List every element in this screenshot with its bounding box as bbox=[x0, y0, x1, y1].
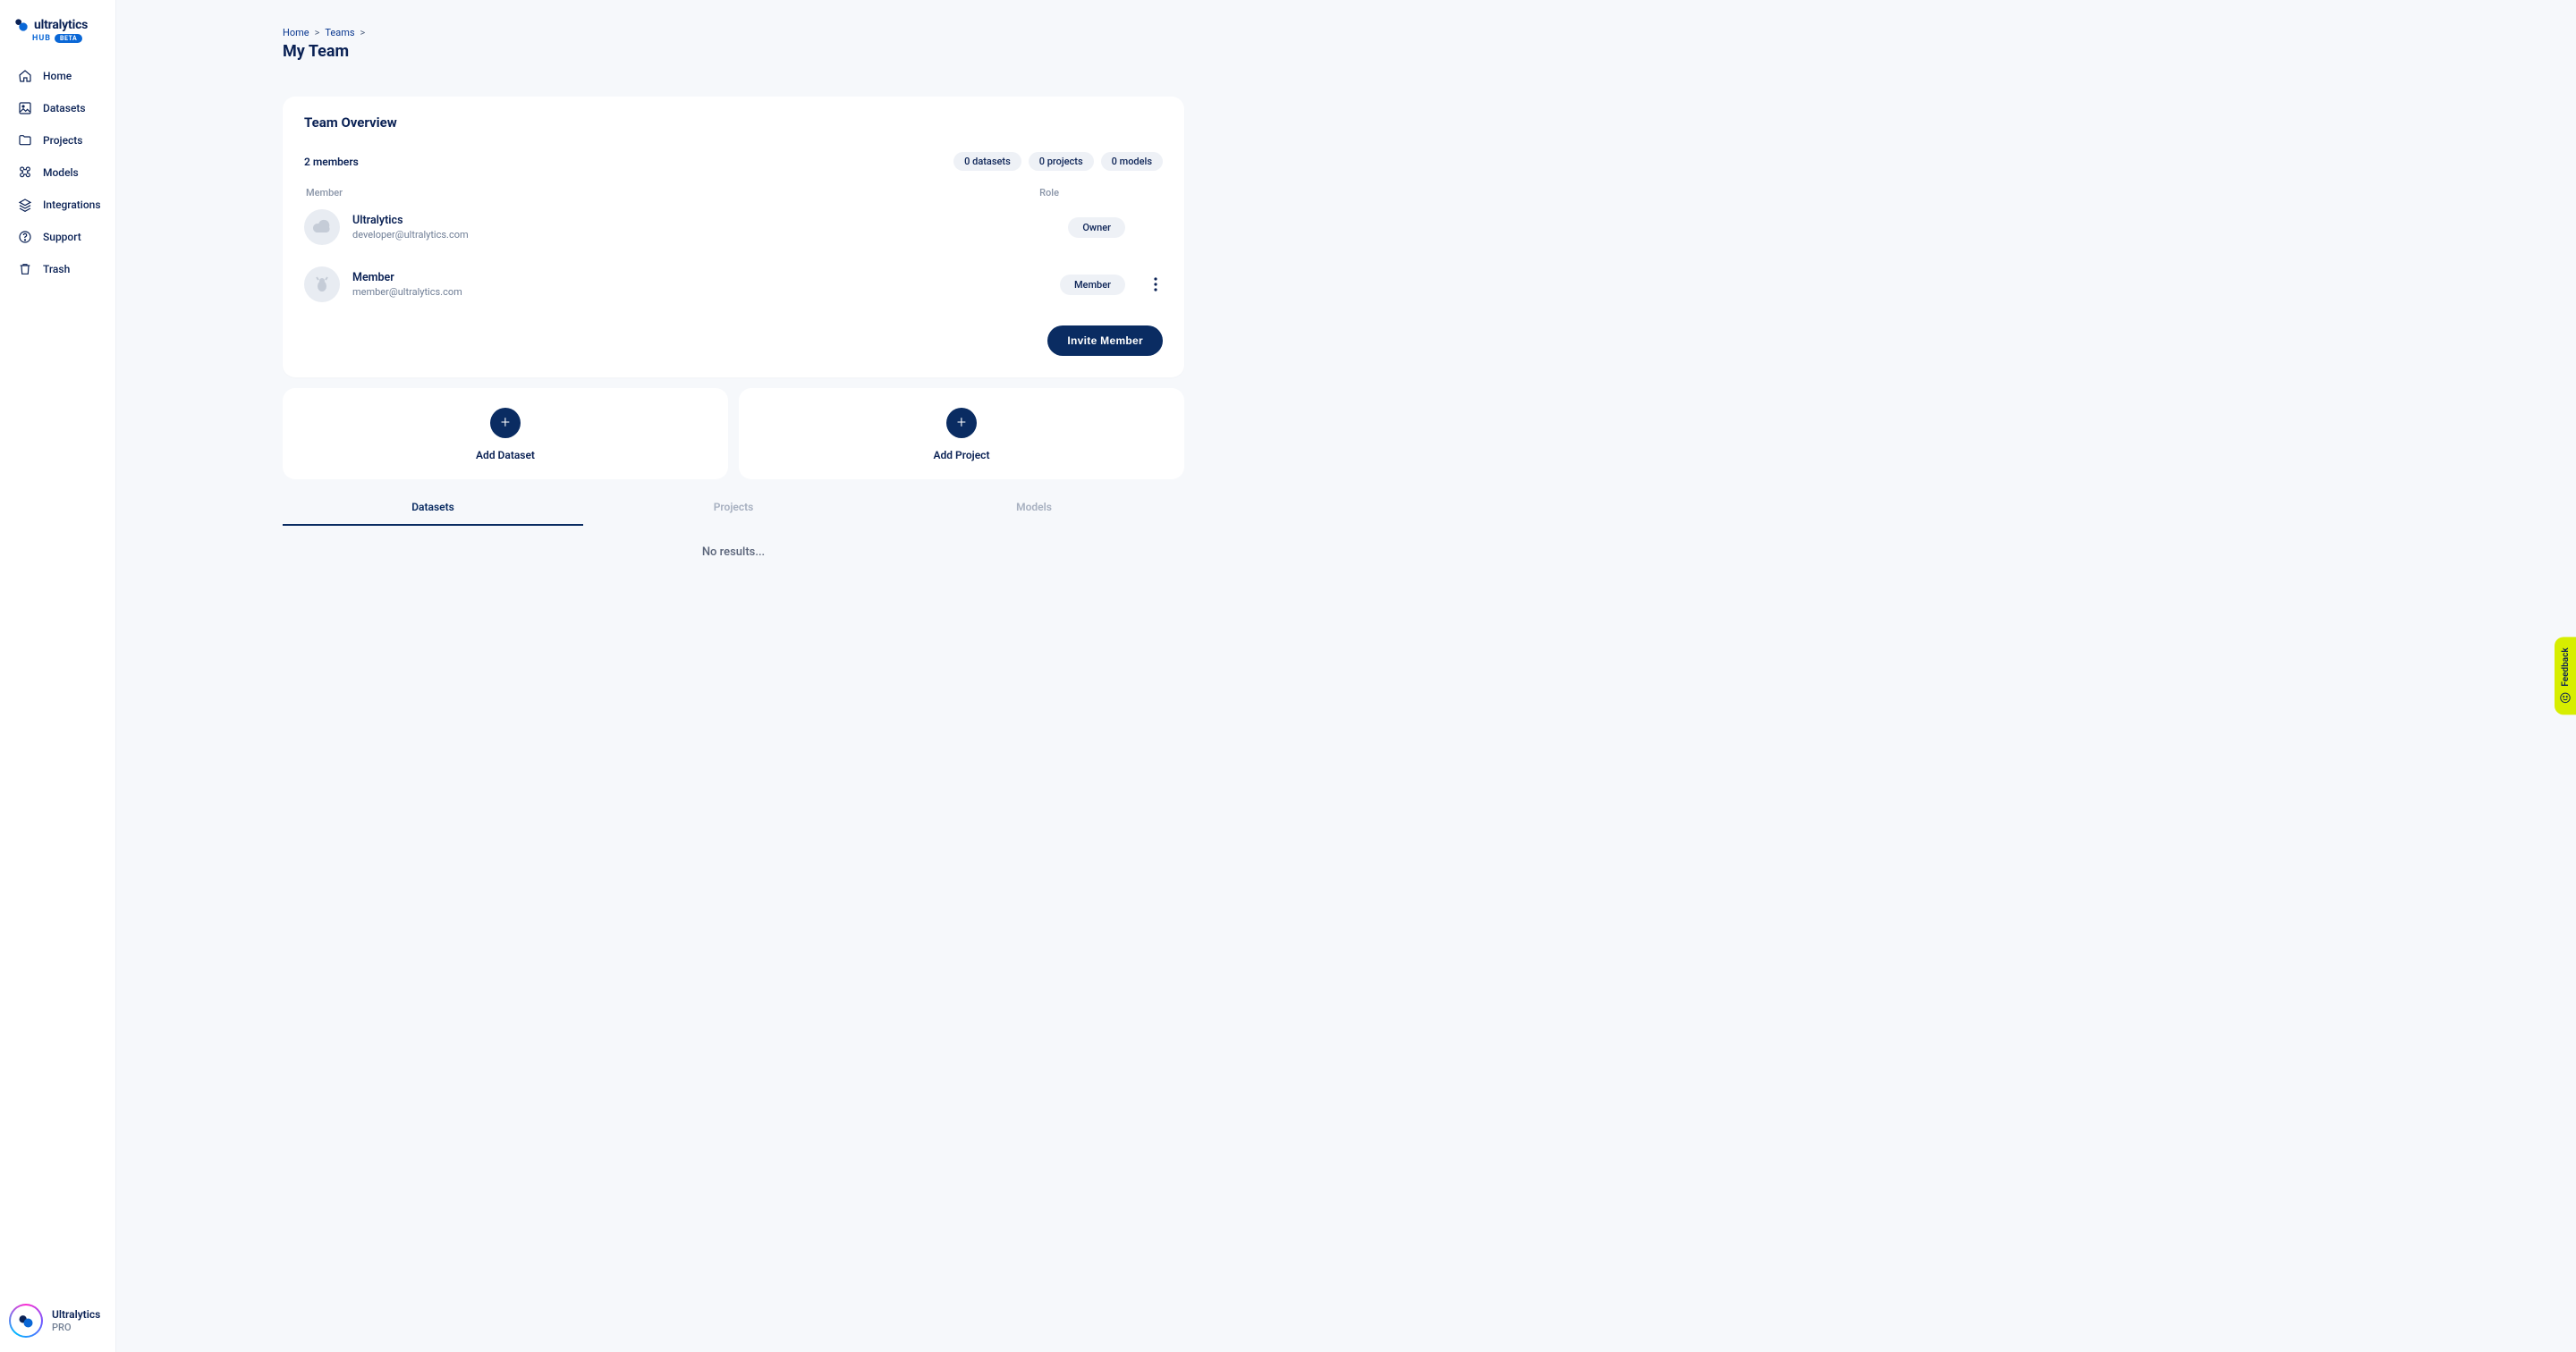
user-menu[interactable]: Ultralytics PRO bbox=[0, 1293, 115, 1352]
table-row: Ultralytics developer@ultralytics.com Ow… bbox=[304, 199, 1163, 256]
page-title: My Team bbox=[283, 42, 1184, 61]
brand-hub: HUB bbox=[32, 34, 51, 43]
help-icon bbox=[18, 230, 32, 244]
sidebar-item-integrations[interactable]: Integrations bbox=[7, 190, 108, 220]
tabs: Datasets Projects Models bbox=[283, 492, 1184, 526]
add-dataset-button[interactable]: + Add Dataset bbox=[283, 388, 728, 479]
empty-state: No results... bbox=[283, 545, 1184, 559]
breadcrumb-sep: > bbox=[360, 27, 366, 38]
feedback-label: Feedback bbox=[2561, 647, 2571, 686]
sidebar-item-label: Datasets bbox=[43, 102, 86, 114]
sidebar-item-home[interactable]: Home bbox=[7, 61, 108, 91]
member-avatar-bug-icon bbox=[304, 266, 340, 302]
role-pill: Member bbox=[1060, 275, 1125, 295]
member-avatar-cloud-icon bbox=[304, 209, 340, 245]
avatar-icon bbox=[17, 1312, 35, 1330]
breadcrumb: Home > Teams > bbox=[283, 27, 1184, 38]
layers-icon bbox=[18, 198, 32, 212]
home-icon bbox=[18, 69, 32, 83]
breadcrumb-home[interactable]: Home bbox=[283, 27, 309, 38]
col-role: Role bbox=[1039, 187, 1059, 199]
member-name: Member bbox=[352, 271, 462, 284]
member-count: 2 members bbox=[304, 156, 359, 168]
table-row: Member member@ultralytics.com Member bbox=[304, 256, 1163, 313]
logo-icon bbox=[14, 18, 29, 32]
team-overview-card: Team Overview 2 members 0 datasets 0 pro… bbox=[283, 97, 1184, 377]
stat-datasets: 0 datasets bbox=[953, 152, 1021, 171]
image-icon bbox=[18, 101, 32, 115]
stat-badges: 0 datasets 0 projects 0 models bbox=[953, 152, 1163, 171]
plus-icon: + bbox=[946, 408, 977, 438]
smile-icon bbox=[2559, 692, 2572, 705]
member-email: developer@ultralytics.com bbox=[352, 229, 469, 241]
sidebar-item-projects[interactable]: Projects bbox=[7, 125, 108, 156]
user-name: Ultralytics bbox=[52, 1308, 100, 1321]
member-name: Ultralytics bbox=[352, 214, 469, 227]
stat-models: 0 models bbox=[1101, 152, 1163, 171]
stat-projects: 0 projects bbox=[1029, 152, 1094, 171]
member-menu-button[interactable] bbox=[1148, 277, 1163, 292]
command-icon bbox=[18, 165, 32, 180]
nav: Home Datasets Projects Models Integratio… bbox=[0, 61, 115, 284]
brand-name: ultralytics bbox=[34, 18, 88, 32]
sidebar-item-trash[interactable]: Trash bbox=[7, 254, 108, 284]
add-project-label: Add Project bbox=[934, 449, 990, 461]
role-pill: Owner bbox=[1068, 217, 1125, 238]
add-project-button[interactable]: + Add Project bbox=[739, 388, 1184, 479]
member-table-head: Member Role bbox=[304, 187, 1163, 199]
sidebar: ultralytics HUB BETA Home Datasets Proje… bbox=[0, 0, 116, 1352]
col-member: Member bbox=[306, 187, 343, 199]
sidebar-item-models[interactable]: Models bbox=[7, 157, 108, 188]
main: Home > Teams > My Team Team Overview 2 m… bbox=[116, 0, 2576, 595]
folder-icon bbox=[18, 133, 32, 148]
tab-projects[interactable]: Projects bbox=[583, 492, 884, 526]
tab-models[interactable]: Models bbox=[884, 492, 1184, 526]
sidebar-item-label: Trash bbox=[43, 263, 70, 275]
member-email: member@ultralytics.com bbox=[352, 286, 462, 298]
breadcrumb-sep: > bbox=[315, 27, 320, 38]
sidebar-item-datasets[interactable]: Datasets bbox=[7, 93, 108, 123]
tab-datasets[interactable]: Datasets bbox=[283, 492, 583, 526]
feedback-button[interactable]: Feedback bbox=[2555, 637, 2576, 714]
sidebar-item-label: Home bbox=[43, 70, 72, 82]
card-title: Team Overview bbox=[304, 114, 1163, 131]
trash-icon bbox=[18, 262, 32, 276]
avatar bbox=[9, 1304, 43, 1338]
invite-member-button[interactable]: Invite Member bbox=[1047, 325, 1163, 356]
sidebar-item-label: Models bbox=[43, 166, 79, 179]
sidebar-item-support[interactable]: Support bbox=[7, 222, 108, 252]
sidebar-item-label: Support bbox=[43, 231, 81, 243]
sidebar-item-label: Integrations bbox=[43, 199, 101, 211]
plus-icon: + bbox=[490, 408, 521, 438]
user-plan: PRO bbox=[52, 1322, 100, 1333]
logo[interactable]: ultralytics HUB BETA bbox=[0, 18, 115, 61]
sidebar-item-label: Projects bbox=[43, 134, 82, 147]
beta-badge: BETA bbox=[55, 34, 82, 43]
add-dataset-label: Add Dataset bbox=[476, 449, 535, 461]
breadcrumb-teams[interactable]: Teams bbox=[325, 27, 354, 38]
